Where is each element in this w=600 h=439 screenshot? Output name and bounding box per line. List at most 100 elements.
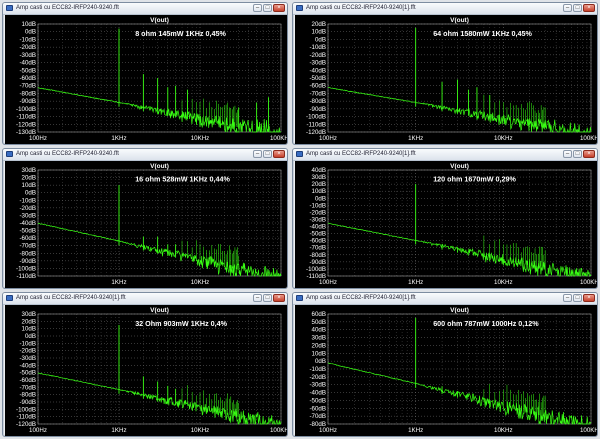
minimize-icon[interactable]: – [253,294,262,302]
title-bar[interactable]: Amp casti cu ECC82-IRFP240-9240[1].fft –… [293,149,597,161]
x-tick-label: 1KHz [111,427,126,434]
y-tick-label: -20dB [19,348,36,355]
title-bar[interactable]: Amp casti cu ECC82-IRFP240-9240.fft – □ × [3,149,287,161]
y-tick-label: 10dB [22,21,36,28]
y-tick-label: 0dB [315,358,326,365]
y-tick-label: 0dB [25,29,36,36]
y-tick-label: -40dB [19,362,36,369]
close-icon[interactable]: × [273,4,285,12]
trace-name[interactable]: V(out) [450,307,469,314]
x-tick-label: 1KHz [408,427,423,434]
maximize-icon[interactable]: □ [263,294,272,302]
close-icon[interactable]: × [273,294,285,302]
x-tick-label: 100KHz [270,135,287,142]
minimize-icon[interactable]: – [563,4,572,12]
minimize-icon[interactable]: – [253,4,262,12]
y-tick-label: -70dB [309,90,326,97]
y-tick-label: -90dB [19,399,36,406]
x-tick-label: 10KHz [191,279,210,286]
x-tick-label: 1KHz [111,279,126,286]
y-tick-label: -10dB [309,202,326,209]
y-tick-label: 50dB [312,319,326,326]
y-tick-label: -10dB [19,340,36,347]
annotation-label: 120 ohm 1670mW 0,29% [433,175,516,184]
close-icon[interactable]: × [583,294,595,302]
app-icon [6,151,13,157]
y-tick-label: -120dB [16,121,36,128]
fft-window-3[interactable]: Amp casti cu ECC82-IRFP240-9240.fft – □ × … [2,148,288,289]
maximize-icon[interactable]: □ [263,150,272,158]
y-tick-label: -70dB [309,245,326,252]
fft-chart: 30dB20dB10dB0dB-10dB-20dB-30dB-40dB-50dB… [5,161,287,288]
y-tick-label: -60dB [309,83,326,90]
app-icon [6,295,13,301]
fft-chart: 30dB20dB10dB0dB-10dB-20dB-30dB-40dB-50dB… [5,305,287,436]
fft-plot[interactable]: 20dB 10dB 0dB -10dB -20dB -30dB -40dB -50dB -60d… [295,15,597,144]
x-tick-label: 100Hz [29,427,47,434]
y-tick-label: -10dB [309,44,326,51]
fft-window-2[interactable]: Amp casti cu ECC82-IRFP240-9240[1].fft –… [292,2,598,145]
y-tick-label: 10dB [312,350,326,357]
y-tick-label: 0dB [25,333,36,340]
fft-plot[interactable]: 10dB 0dB -10dB -20dB -30dB -40dB -50dB -60dB -70… [5,15,287,144]
fft-plot[interactable]: 30dB 20dB 10dB 0dB -10dB -20dB -30dB -40dB -50dB… [5,305,287,436]
window-title: Amp casti cu ECC82-IRFP240-9240[1].fft [306,151,416,157]
trace-name[interactable]: V(out) [150,307,169,314]
y-tick-label: 0dB [315,195,326,202]
title-bar[interactable]: Amp casti cu ECC82-IRFP240-9240[1].fft –… [293,293,597,305]
maximize-icon[interactable]: □ [573,4,582,12]
y-tick-label: 40dB [312,167,326,174]
x-tick-label: 100Hz [319,427,337,434]
y-tick-label: -40dB [19,60,36,67]
y-tick-label: -30dB [19,355,36,362]
window-title: Amp casti cu ECC82-IRFP240-9240.fft [16,151,119,157]
fft-window-5[interactable]: Amp casti cu ECC82-IRFP240-9240[1].fft –… [2,292,288,437]
fft-window-6[interactable]: Amp casti cu ECC82-IRFP240-9240[1].fft –… [292,292,598,437]
trace-name[interactable]: V(out) [150,163,169,170]
fft-chart: 40dB30dB20dB10dB0dB-10dB-20dB-30dB-40dB-… [295,161,597,288]
maximize-icon[interactable]: □ [263,4,272,12]
minimize-icon[interactable]: – [253,150,262,158]
minimize-icon[interactable]: – [563,294,572,302]
y-tick-label: -70dB [19,384,36,391]
fft-window-4[interactable]: Amp casti cu ECC82-IRFP240-9240[1].fft –… [292,148,598,289]
window-title: Amp casti cu ECC82-IRFP240-9240.fft [16,5,119,11]
trace-name[interactable]: V(out) [450,163,469,170]
x-tick-label: 10KHz [494,135,513,142]
fft-plot[interactable]: 60dB 50dB 40dB 30dB 20dB 10dB 0dB -10dB -20dB -30… [295,305,597,436]
y-tick-label: -100dB [16,406,36,413]
y-tick-label: -20dB [309,52,326,59]
maximize-icon[interactable]: □ [573,294,582,302]
minimize-icon[interactable]: – [563,150,572,158]
fft-plot[interactable]: 30dB 20dB 10dB 0dB -10dB -20dB -30dB -40dB -50dB… [5,161,287,288]
app-icon [6,5,13,11]
x-tick-label: 100KHz [580,279,597,286]
y-tick-label: 10dB [312,188,326,195]
title-bar[interactable]: Amp casti cu ECC82-IRFP240-9240.fft – □ × [3,3,287,15]
y-tick-label: -50dB [309,231,326,238]
title-bar[interactable]: Amp casti cu ECC82-IRFP240-9240[1].fft –… [293,3,597,15]
fft-window-1[interactable]: Amp casti cu ECC82-IRFP240-9240.fft – □ × … [2,2,288,145]
y-tick-label: -110dB [17,273,37,280]
y-tick-label: 30dB [22,167,36,174]
y-tick-label: -40dB [309,224,326,231]
maximize-icon[interactable]: □ [573,150,582,158]
y-tick-label: -50dB [19,370,36,377]
close-icon[interactable]: × [583,150,595,158]
x-tick-label: 10KHz [191,427,210,434]
fft-plot[interactable]: 40dB 30dB 20dB 10dB 0dB -10dB -20dB -30dB -40dB -… [295,161,597,288]
app-icon [296,5,303,11]
title-bar[interactable]: Amp casti cu ECC82-IRFP240-9240[1].fft –… [3,293,287,305]
close-icon[interactable]: × [273,150,285,158]
fft-chart: 10dB0dB-10dB-20dB-30dB-40dB-50dB-60dB-70… [5,15,287,144]
trace-name[interactable]: V(out) [450,17,469,24]
close-icon[interactable]: × [583,4,595,12]
trace-name[interactable]: V(out) [150,17,169,24]
fft-chart: 20dB10dB0dB-10dB-20dB-30dB-40dB-50dB-60d… [295,15,597,144]
y-tick-label: 10dB [22,326,36,333]
y-tick-label: -50dB [19,67,36,74]
x-tick-label: 100Hz [319,135,337,142]
y-tick-label: -40dB [309,390,326,397]
y-tick-label: -100dB [306,114,326,121]
y-tick-label: -110dB [17,114,37,121]
